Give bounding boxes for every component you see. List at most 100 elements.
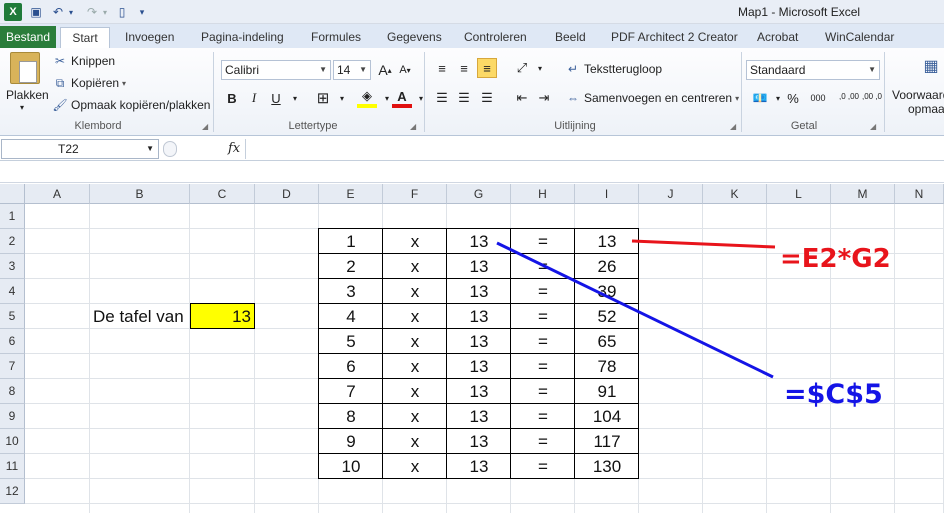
tab-acrobat[interactable]: Acrobat <box>757 27 798 48</box>
number-group-label: Getal <box>790 120 818 132</box>
conditional-formatting-button[interactable]: Voorwaardelijke <box>892 88 944 102</box>
formula-input[interactable] <box>250 139 940 159</box>
tab-pdf-architect[interactable]: PDF Architect 2 Creator <box>611 27 738 48</box>
ribbon: Plakken ▾ ✂ Knippen ⧉ Kopiëren ▾ 🖌 Opmaak ko… <box>0 48 944 136</box>
grow-font-icon[interactable]: A ▴ <box>375 60 395 80</box>
copy-icon: ⧉ <box>55 75 65 90</box>
name-box[interactable]: T22 ▼ <box>1 139 159 159</box>
merge-dropdown-icon: ▾ <box>735 93 740 103</box>
excel-logo-icon: X <box>4 3 22 21</box>
number-launcher-icon[interactable]: ◢ <box>870 122 876 131</box>
paste-label: Plakken <box>6 88 49 102</box>
chevron-down-icon: ▼ <box>359 65 367 74</box>
formula-bar-divider <box>245 139 246 159</box>
chevron-down-icon: ▼ <box>868 65 876 74</box>
borders-dropdown-icon[interactable]: ▾ <box>332 88 352 108</box>
underline-button[interactable]: U <box>266 88 286 108</box>
font-launcher-icon[interactable]: ◢ <box>410 122 416 131</box>
comma-style-button[interactable]: 000 <box>806 88 830 108</box>
chevron-down-icon: ▼ <box>146 144 154 153</box>
format-painter-button[interactable]: 🖌 Opmaak kopiëren/plakken <box>52 97 210 113</box>
tab-beeld[interactable]: Beeld <box>555 27 586 48</box>
blue-formula-annotation: =$C$5 <box>784 379 883 410</box>
shrink-font-icon[interactable]: A ▾ <box>395 60 415 80</box>
font-color-dropdown-icon[interactable]: ▾ <box>411 88 431 108</box>
paste-icon[interactable] <box>10 52 40 84</box>
save-icon[interactable]: ▣ <box>28 3 44 21</box>
tab-invoegen[interactable]: Invoegen <box>125 27 174 48</box>
paste-dropdown-icon[interactable]: ▾ <box>20 103 24 112</box>
align-middle-icon[interactable]: ≡ <box>454 58 474 78</box>
customize-toolbar-icon[interactable]: ▾ <box>136 3 148 21</box>
format-painter-label: Opmaak kopiëren/plakken <box>71 98 211 112</box>
underline-dropdown-icon[interactable]: ▾ <box>285 88 305 108</box>
borders-icon[interactable]: ⊞ <box>313 88 333 108</box>
clipboard-launcher-icon[interactable]: ◢ <box>202 122 208 131</box>
formula-bar: T22 ▼ fx <box>0 137 944 161</box>
orientation-icon[interactable]: ⤢ <box>512 58 532 78</box>
merge-center-button[interactable]: ⇔ Samenvoegen en centreren ▾ <box>565 90 739 106</box>
currency-icon[interactable]: 💶 <box>750 88 770 108</box>
paintbrush-icon: 🖌 <box>52 98 68 112</box>
blue-annotation-line <box>496 241 774 379</box>
cut-label: Knippen <box>71 54 116 68</box>
tab-controleren[interactable]: Controleren <box>464 27 527 48</box>
tab-pagina-indeling[interactable]: Pagina-indeling <box>201 27 284 48</box>
ribbon-tabs: Bestand Start Invoegen Pagina-indeling F… <box>0 24 944 48</box>
scissors-icon: ✂ <box>54 54 66 68</box>
undo-dropdown-icon[interactable]: ▾ <box>66 3 76 21</box>
tab-gegevens[interactable]: Gegevens <box>387 27 442 48</box>
redo-icon[interactable]: ↷ <box>84 3 100 21</box>
font-name-value: Calibri <box>225 63 260 77</box>
decrease-decimal-button[interactable]: ,00 ,0 <box>861 86 883 106</box>
font-size-combo[interactable]: 14 ▼ <box>333 60 371 80</box>
italic-button[interactable]: I <box>244 88 264 108</box>
orientation-dropdown-icon[interactable]: ▾ <box>530 58 550 78</box>
wrap-text-button[interactable]: ↵ Tekstterugloop <box>565 61 662 77</box>
percent-button[interactable]: % <box>783 88 803 108</box>
align-center-icon[interactable]: ☰ <box>454 88 474 108</box>
font-group-label: Lettertype <box>288 120 338 132</box>
merge-icon: ⇔ <box>567 91 579 105</box>
font-size-value: 14 <box>337 63 351 77</box>
window-title: Map1 - Microsoft Excel <box>738 5 861 19</box>
copy-button[interactable]: ⧉ Kopiëren ▾ <box>52 75 126 91</box>
number-format-combo[interactable]: Standaard ▼ <box>746 60 880 80</box>
font-color-icon[interactable]: A <box>392 88 412 108</box>
red-annotation-line <box>631 239 776 249</box>
font-name-combo[interactable]: Calibri ▼ <box>221 60 331 80</box>
tab-wincalendar[interactable]: WinCalendar <box>825 27 894 48</box>
increase-indent-icon[interactable]: ⇥ <box>534 88 554 108</box>
decrease-indent-icon[interactable]: ⇤ <box>512 88 532 108</box>
alignment-launcher-icon[interactable]: ◢ <box>730 122 736 131</box>
insert-function-icon[interactable]: fx <box>228 141 240 156</box>
alignment-group-label: Uitlijning <box>554 120 596 132</box>
copy-dropdown-icon: ▾ <box>122 78 127 88</box>
conditional-formatting-label-2: opmaak <box>908 102 944 116</box>
bold-button[interactable]: B <box>222 88 242 108</box>
redo-dropdown-icon[interactable]: ▾ <box>100 3 110 21</box>
title-bar: X ▣ ↶ ▾ ↷ ▾ ▯ ▾ Map1 - Microsoft Excel <box>0 0 944 24</box>
align-top-icon[interactable]: ≡ <box>432 58 452 78</box>
undo-icon[interactable]: ↶ <box>50 3 66 21</box>
paste-button[interactable]: Plakken <box>6 88 49 102</box>
tab-start[interactable]: Start <box>60 27 110 48</box>
chevron-down-icon: ▼ <box>319 65 327 74</box>
align-right-icon[interactable]: ☰ <box>477 88 497 108</box>
align-bottom-icon[interactable]: ≡ <box>477 58 497 78</box>
new-document-icon[interactable]: ▯ <box>115 3 129 21</box>
merge-center-label: Samenvoegen en centreren <box>584 91 733 105</box>
formula-bar-handle[interactable] <box>163 141 177 157</box>
red-formula-annotation: =E2*G2 <box>780 244 891 274</box>
cut-button[interactable]: ✂ Knippen <box>52 53 115 69</box>
align-left-icon[interactable]: ☰ <box>432 88 452 108</box>
wrap-text-label: Tekstterugloop <box>584 62 663 76</box>
spreadsheet-grid[interactable]: A B C D E F G H I J K L M N 1 2 3 4 5 6 7 8 9 10 11 12 De tafel va… <box>0 184 944 513</box>
group-separator <box>884 52 885 132</box>
tab-formules[interactable]: Formules <box>311 27 361 48</box>
increase-decimal-button[interactable]: ,0 ,00 <box>838 86 860 106</box>
conditional-formatting-icon[interactable]: ▦ <box>918 52 944 80</box>
number-format-value: Standaard <box>750 63 806 77</box>
tab-bestand[interactable]: Bestand <box>0 26 56 48</box>
fill-color-icon[interactable]: ◈ <box>357 88 377 108</box>
